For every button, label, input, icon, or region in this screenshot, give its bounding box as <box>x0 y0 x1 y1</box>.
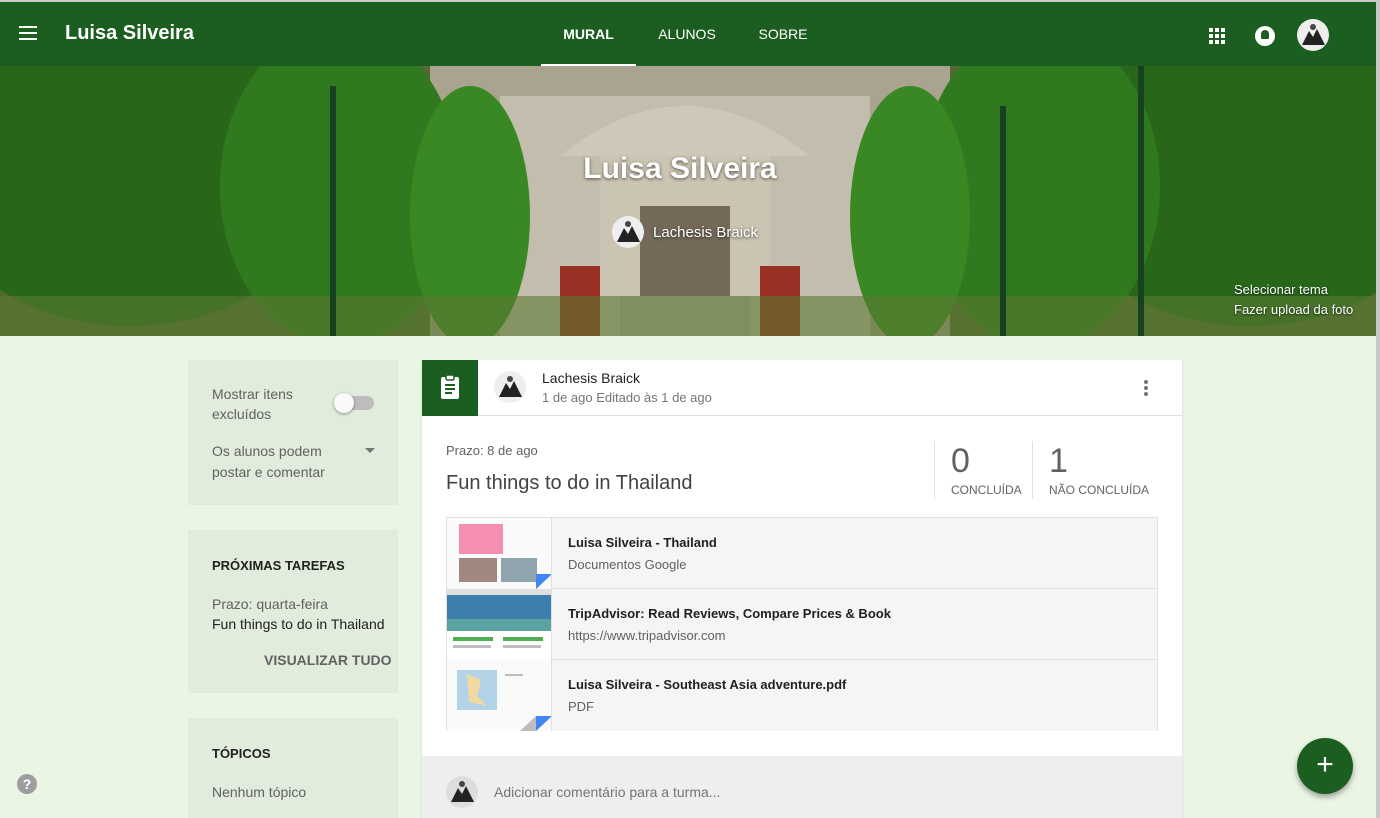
select-theme-link[interactable]: Selecionar tema <box>1234 282 1328 297</box>
topics-heading: TÓPICOS <box>212 746 271 761</box>
upcoming-due-label: Prazo: quarta-feira <box>212 596 328 612</box>
more-options-icon[interactable] <box>1143 380 1149 396</box>
post-title[interactable]: Fun things to do in Thailand <box>446 472 692 495</box>
class-comment-bar: Adicionar comentário para a turma... <box>422 756 1182 818</box>
tab-sobre[interactable]: SOBRE <box>745 2 821 66</box>
attachment-item[interactable]: TripAdvisor: Read Reviews, Compare Price… <box>447 589 1157 660</box>
apps-grid-icon[interactable] <box>1209 28 1225 44</box>
done-count[interactable]: 0 CONCLUÍDA <box>934 441 1032 499</box>
commenter-avatar <box>446 776 478 808</box>
done-count-number: 0 <box>951 442 970 480</box>
settings-card: Mostrar itens excluídos Os alunos podem … <box>188 360 398 505</box>
google-docs-thumbnail <box>447 518 552 589</box>
banner-teacher: Lachesis Braick <box>612 216 758 248</box>
show-deleted-toggle[interactable] <box>334 393 374 413</box>
show-deleted-label: Mostrar itens excluídos <box>212 386 293 422</box>
help-icon[interactable]: ? <box>17 774 37 794</box>
dropdown-caret-icon[interactable] <box>365 448 375 453</box>
class-comment-input[interactable]: Adicionar comentário para a turma... <box>494 784 720 800</box>
teacher-name: Lachesis Braick <box>653 223 759 241</box>
attachments-list: Luisa Silveira - Thailand Documentos Goo… <box>446 517 1158 731</box>
tab-alunos[interactable]: ALUNOS <box>647 2 727 66</box>
not-done-count[interactable]: 1 NÃO CONCLUÍDA <box>1032 441 1162 499</box>
teacher-avatar <box>612 216 644 248</box>
account-avatar[interactable] <box>1297 19 1329 51</box>
top-app-bar: Luisa Silveira MURAL ALUNOS SOBRE <box>0 0 1378 66</box>
upcoming-card: PRÓXIMAS TAREFAS Prazo: quarta-feira Fun… <box>188 530 398 693</box>
view-all-button[interactable]: VISUALIZAR TUDO <box>264 652 392 668</box>
upcoming-task-link[interactable]: Fun things to do in Thailand <box>212 616 385 632</box>
post-due-date: Prazo: 8 de ago <box>446 443 538 458</box>
post-author: Lachesis Braick <box>542 370 641 386</box>
attachment-title: Luisa Silveira - Thailand <box>568 535 717 550</box>
attachment-title: Luisa Silveira - Southeast Asia adventur… <box>568 677 847 692</box>
attachment-url: https://www.tripadvisor.com <box>568 628 726 643</box>
attachment-subtitle: PDF <box>568 699 594 714</box>
post-meta: 1 de ago Editado às 1 de ago <box>542 390 712 405</box>
banner-photo <box>0 66 1378 336</box>
add-fab-button[interactable]: + <box>1297 738 1353 794</box>
student-permission-select[interactable]: Os alunos podem postar e comentar <box>212 441 362 483</box>
notifications-bell-icon[interactable] <box>1255 26 1275 46</box>
topics-card: TÓPICOS Nenhum tópico <box>188 718 398 818</box>
not-done-count-number: 1 <box>1049 442 1068 480</box>
pdf-thumbnail <box>447 660 552 731</box>
attachment-item[interactable]: Luisa Silveira - Southeast Asia adventur… <box>447 660 1157 731</box>
hamburger-menu-icon[interactable] <box>19 26 39 42</box>
class-title: Luisa Silveira <box>65 22 194 44</box>
class-banner: Luisa Silveira Lachesis Braick Seleciona… <box>0 66 1378 336</box>
no-topics-text: Nenhum tópico <box>212 784 307 800</box>
tab-mural[interactable]: MURAL <box>541 2 636 66</box>
website-thumbnail <box>447 589 552 660</box>
window-edge <box>1376 0 1380 818</box>
upload-photo-link[interactable]: Fazer upload da foto <box>1234 302 1353 317</box>
banner-class-title: Luisa Silveira <box>583 152 777 185</box>
assignment-post: Lachesis Braick 1 de ago Editado às 1 de… <box>422 360 1182 818</box>
assignment-icon <box>422 360 478 416</box>
attachment-title: TripAdvisor: Read Reviews, Compare Price… <box>568 606 891 621</box>
post-header: Lachesis Braick 1 de ago Editado às 1 de… <box>422 360 1182 416</box>
upcoming-heading: PRÓXIMAS TAREFAS <box>212 558 345 573</box>
done-count-label: CONCLUÍDA <box>951 483 1022 497</box>
attachment-subtitle: Documentos Google <box>568 557 687 572</box>
not-done-count-label: NÃO CONCLUÍDA <box>1049 483 1150 497</box>
author-avatar <box>494 371 526 403</box>
attachment-item[interactable]: Luisa Silveira - Thailand Documentos Goo… <box>447 518 1157 589</box>
